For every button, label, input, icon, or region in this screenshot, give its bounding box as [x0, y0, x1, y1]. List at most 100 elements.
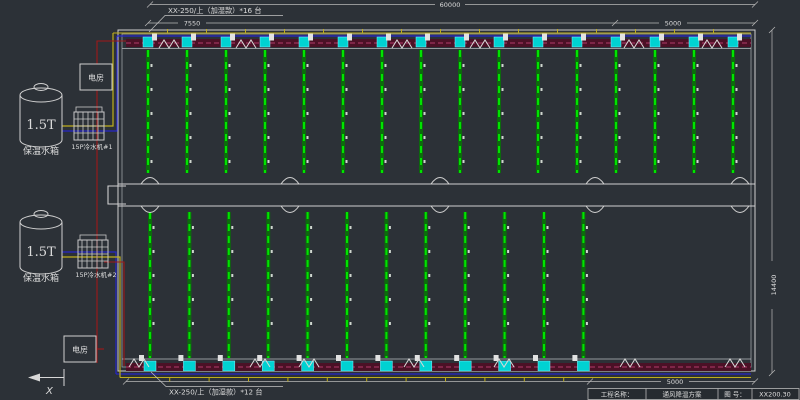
nozzle-tick	[468, 250, 470, 253]
fan-coil-unit-bottom	[223, 361, 235, 371]
nozzle-tick	[153, 322, 155, 325]
dim-top-total: 60000	[440, 1, 461, 9]
unit-tag	[297, 355, 302, 361]
nozzle-tick	[271, 274, 273, 277]
tank-bottom-capacity: 1.5T	[26, 245, 56, 260]
nozzle-tick	[307, 64, 309, 67]
nozzle-tick	[389, 250, 391, 253]
nozzle-tick	[428, 274, 430, 277]
nozzle-tick	[307, 112, 309, 115]
nozzle-tick	[271, 250, 273, 253]
nozzle-tick	[151, 112, 153, 115]
fan-coil-unit-bottom	[262, 361, 274, 371]
nozzle-tick	[507, 322, 509, 325]
nozzle-tick	[697, 136, 699, 139]
nozzle-tick	[231, 250, 233, 253]
nozzle-tick	[307, 160, 309, 163]
nozzle-tick	[697, 88, 699, 91]
nozzle-tick	[385, 64, 387, 67]
nozzle-tick	[586, 250, 588, 253]
title-block-number-label: 图 号：	[724, 391, 746, 399]
nozzle-tick	[346, 160, 348, 163]
nozzle-tick	[271, 298, 273, 301]
nozzle-tick	[268, 64, 270, 67]
floor-plan-svg[interactable]: 60000 7550 5000 14400 5000	[0, 0, 800, 400]
nozzle-tick	[658, 64, 660, 67]
title-block: 工程名称： 通风降温方案 图 号： XX200.30	[588, 389, 799, 400]
nozzle-tick	[547, 298, 549, 301]
dim-right-height: 14400	[770, 275, 778, 296]
nozzle-tick	[151, 88, 153, 91]
nozzle-tick	[153, 226, 155, 229]
nozzle-tick	[502, 136, 504, 139]
nozzle-tick	[658, 88, 660, 91]
chiller-bottom-label: 15P冷水机#2	[75, 270, 116, 279]
nozzle-tick	[350, 226, 352, 229]
nozzle-tick	[619, 64, 621, 67]
nozzle-tick	[736, 88, 738, 91]
nozzle-tick	[310, 298, 312, 301]
nozzle-tick	[697, 64, 699, 67]
nozzle-tick	[229, 136, 231, 139]
unit-tag	[415, 355, 420, 361]
fan-coil-unit-bottom	[459, 361, 471, 371]
unit-tag	[542, 34, 547, 41]
nozzle-tick	[229, 64, 231, 67]
unit-tag	[620, 34, 625, 41]
nozzle-tick	[192, 250, 194, 253]
nozzle-tick	[586, 298, 588, 301]
nozzle-tick	[268, 88, 270, 91]
title-block-project-value: 通风降温方案	[663, 390, 703, 399]
nozzle-tick	[190, 64, 192, 67]
nozzle-tick	[468, 274, 470, 277]
nozzle-tick	[619, 88, 621, 91]
nozzle-tick	[268, 136, 270, 139]
nozzle-tick	[385, 160, 387, 163]
nozzle-tick	[229, 112, 231, 115]
nozzle-tick	[541, 136, 543, 139]
nozzle-tick	[190, 136, 192, 139]
dim-top-right: 5000	[665, 20, 682, 28]
fan-coil-unit-top	[377, 37, 387, 47]
chiller-top-label: 15P冷水机#1	[71, 142, 112, 151]
nozzle-tick	[424, 160, 426, 163]
nozzle-tick	[463, 88, 465, 91]
nozzle-tick	[231, 298, 233, 301]
nozzle-tick	[229, 160, 231, 163]
nozzle-tick	[151, 160, 153, 163]
nozzle-tick	[658, 160, 660, 163]
nozzle-tick	[580, 64, 582, 67]
unit-tag	[503, 34, 508, 41]
nozzle-tick	[736, 64, 738, 67]
unit-tag	[659, 34, 664, 41]
unit-tag	[230, 34, 235, 41]
nozzle-tick	[541, 88, 543, 91]
nozzle-tick	[547, 322, 549, 325]
nozzle-tick	[307, 88, 309, 91]
nozzle-tick	[507, 298, 509, 301]
bottom-annotation-text: XX-250/上（加湿款）*12 台	[169, 388, 263, 397]
nozzle-tick	[658, 136, 660, 139]
nozzle-tick	[389, 322, 391, 325]
unit-tag	[375, 355, 380, 361]
nozzle-tick	[468, 322, 470, 325]
nozzle-tick	[586, 226, 588, 229]
tank-top-capacity: 1.5T	[26, 118, 56, 133]
nozzle-tick	[463, 136, 465, 139]
x-axis-label: X	[45, 386, 54, 397]
nozzle-tick	[346, 112, 348, 115]
nozzle-tick	[153, 298, 155, 301]
nozzle-tick	[463, 64, 465, 67]
fan-coil-unit-top	[728, 37, 738, 47]
nozzle-tick	[619, 136, 621, 139]
nozzle-tick	[507, 274, 509, 277]
nozzle-tick	[424, 64, 426, 67]
nozzle-tick	[190, 88, 192, 91]
cad-drawing-canvas[interactable]: 60000 7550 5000 14400 5000	[0, 0, 800, 400]
unit-tag	[533, 355, 538, 361]
fan-coil-unit-bottom	[577, 361, 589, 371]
nozzle-tick	[502, 160, 504, 163]
nozzle-tick	[389, 298, 391, 301]
nozzle-tick	[428, 322, 430, 325]
nozzle-tick	[547, 250, 549, 253]
